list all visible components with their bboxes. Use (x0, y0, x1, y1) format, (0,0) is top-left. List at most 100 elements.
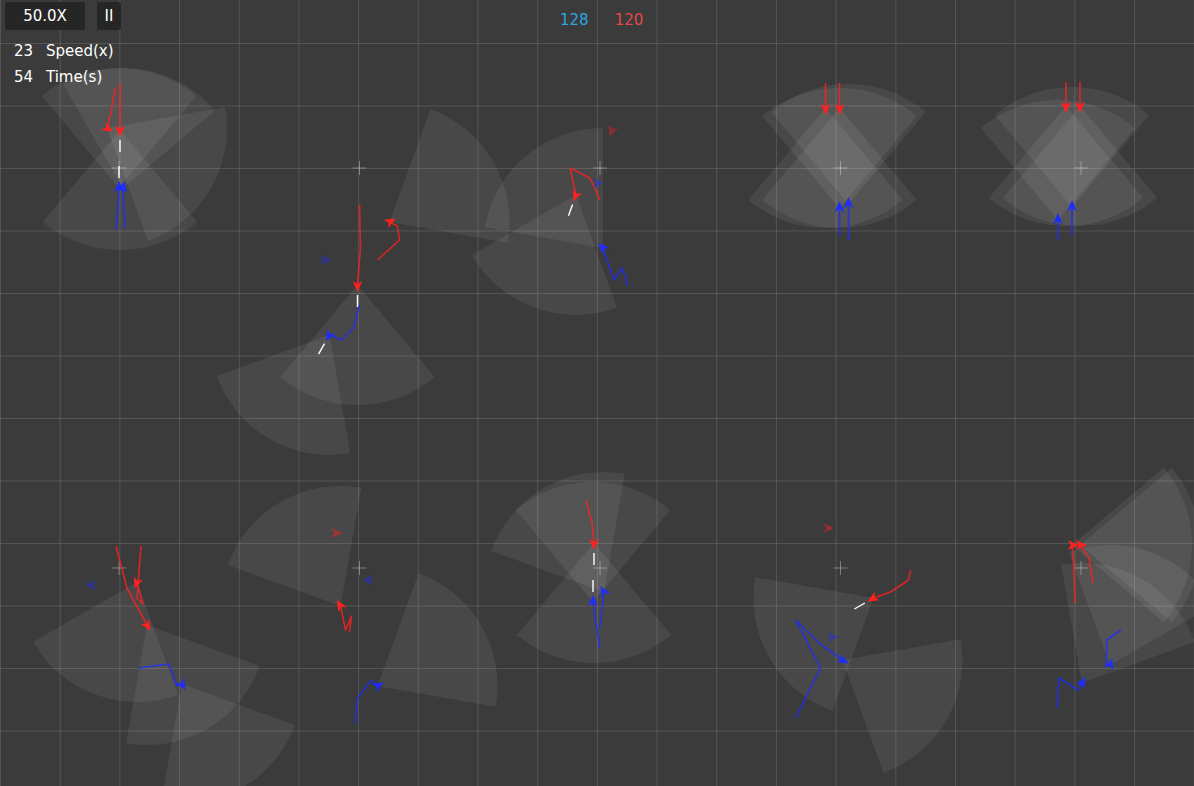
agent-trail (839, 208, 841, 236)
arena-canvas (0, 0, 1194, 786)
laser-shot (319, 344, 325, 354)
agent-arrow-icon (134, 576, 143, 588)
agent-trail (603, 248, 628, 286)
laser-shot (593, 553, 594, 565)
agent-arrow-icon (176, 678, 186, 690)
agent-arrow-icon (353, 281, 363, 292)
agent-arrow-icon (1067, 200, 1077, 211)
agent-arrow-icon (326, 329, 336, 341)
arena (796, 523, 911, 718)
arena (568, 124, 628, 286)
agent-arrow-icon (588, 595, 598, 606)
arena-center-icon (112, 561, 126, 575)
stat-label: Time(s) (46, 66, 102, 89)
agent-trail (107, 88, 115, 128)
blue-agent (600, 586, 610, 628)
stat-label: Speed(x) (46, 40, 114, 63)
agent-arrow-icon (827, 632, 838, 642)
agent-arrow-icon (844, 197, 854, 208)
red-agent (821, 83, 831, 115)
agent-trail (1072, 545, 1075, 603)
vision-layer (33, 68, 1194, 786)
pause-button[interactable]: II (97, 2, 121, 30)
arena (1057, 540, 1121, 708)
red-agent (378, 219, 400, 261)
vision-cone (1069, 545, 1194, 665)
red-agent (568, 168, 600, 216)
blue-agent (114, 166, 124, 230)
vision-cone (161, 684, 295, 786)
scoreboard: 128120 (560, 9, 643, 32)
blue-agent (593, 178, 604, 188)
agent-arrow-icon (320, 255, 331, 265)
blue-agent (1053, 213, 1063, 240)
arena (319, 205, 400, 354)
stat-value: 54 (5, 66, 46, 89)
agent-trail (137, 546, 143, 604)
blue-agent (796, 620, 849, 718)
agent-arrow-icon (821, 104, 831, 115)
vision-cone (485, 128, 603, 248)
hud-panel: 50.0X II 23Speed(x)54Time(s) (5, 2, 121, 90)
blue-agent (1067, 200, 1077, 236)
agent-arrow-icon (823, 523, 834, 533)
blue-agent (599, 243, 628, 286)
stat-value: 23 (5, 40, 46, 63)
arena-center-icon (1074, 161, 1088, 175)
agent-arrow-icon (601, 586, 611, 598)
laser-shot (119, 140, 120, 152)
blue-agent (320, 255, 331, 265)
red-agent (1061, 82, 1071, 113)
vision-cone (995, 87, 1149, 207)
agent-trail (1065, 82, 1067, 106)
agent-trail (874, 570, 911, 598)
laser-shot (118, 166, 119, 178)
blue-agent (827, 632, 838, 642)
agent-arrow-icon (1068, 540, 1079, 550)
red-agent (609, 124, 618, 136)
laser-shot (568, 204, 572, 215)
vision-cone (843, 639, 963, 773)
vision-cone (378, 573, 498, 707)
arena-center-icon (593, 561, 607, 575)
agent-trail (796, 620, 843, 718)
red-agent (1068, 540, 1079, 603)
agent-trail (123, 188, 125, 228)
red-agent (101, 88, 115, 132)
red-agent (1076, 540, 1093, 583)
agent-arrow-icon (331, 528, 342, 538)
agent-trail (1080, 545, 1093, 583)
agent-arrow-icon (1075, 102, 1085, 113)
agent-trail (1057, 220, 1059, 240)
red-agent (353, 205, 363, 307)
agent-trail (825, 83, 827, 108)
red-agent (115, 83, 125, 152)
arena (331, 528, 383, 724)
arena-center-icon (353, 161, 367, 175)
agent-arrow-icon (1104, 658, 1113, 670)
agent-trail (116, 546, 147, 625)
blue-agent (1104, 630, 1121, 671)
agent-arrow-icon (383, 219, 395, 229)
red-agent (823, 523, 834, 533)
agent-trail (586, 500, 594, 543)
vision-cone (771, 84, 925, 204)
agent-arrow-icon (1053, 213, 1063, 224)
stat-row: 54Time(s) (5, 64, 121, 90)
agent-arrow-icon (599, 243, 610, 255)
agent-trail (1071, 207, 1073, 236)
arena (1053, 82, 1085, 240)
blue-agent (363, 575, 374, 585)
speed-button[interactable]: 50.0X (5, 2, 85, 30)
blue-agent (319, 305, 360, 354)
blue-agent (117, 181, 127, 228)
agent-arrow-icon (609, 124, 618, 136)
blue-agent (588, 580, 600, 648)
agent-arrow-icon (101, 122, 113, 132)
agent-trail (1079, 82, 1081, 106)
agent-arrow-icon (371, 683, 383, 693)
agent-arrow-icon (141, 619, 151, 631)
vision-cone (63, 68, 215, 188)
arena-center-icon (593, 161, 607, 175)
agent-arrow-icon (573, 189, 582, 201)
